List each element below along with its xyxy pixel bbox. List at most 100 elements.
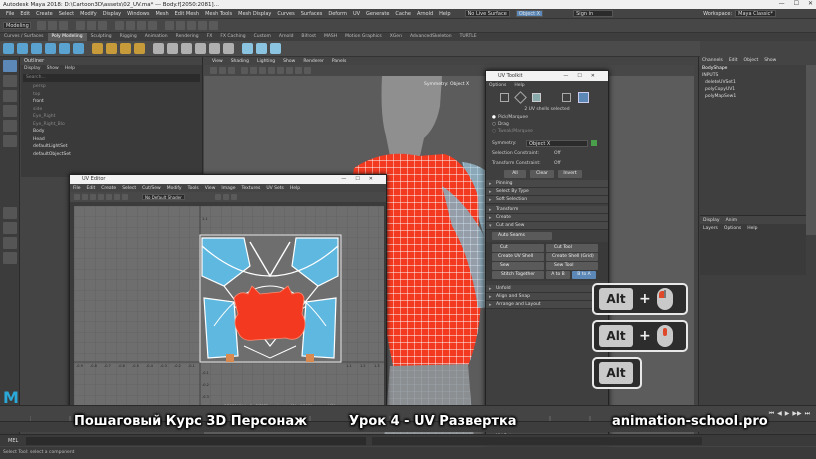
sew-tool-button[interactable]: Sew Tool xyxy=(546,262,598,270)
layer-menu-layers[interactable]: Layers xyxy=(703,226,718,231)
uv-menu-select[interactable]: Select xyxy=(122,186,136,191)
menu-create[interactable]: Create xyxy=(36,11,53,17)
outliner-item-top[interactable]: top xyxy=(21,91,202,99)
target-weld-icon[interactable] xyxy=(223,43,234,54)
menu-arnold[interactable]: Arnold xyxy=(417,11,433,17)
four-pane-icon[interactable] xyxy=(2,222,17,234)
menu-windows[interactable]: Windows xyxy=(127,11,149,17)
maximize-icon[interactable]: ☐ xyxy=(794,0,799,7)
snap-point-icon[interactable] xyxy=(137,21,146,30)
go-to-start-icon[interactable]: ⏮ xyxy=(769,410,774,418)
layer-menu-help[interactable]: Help xyxy=(747,226,757,231)
outliner-item-persp[interactable]: persp xyxy=(21,83,202,91)
uv-menu-textures[interactable]: Textures xyxy=(241,186,260,191)
viewport-menu-renderer[interactable]: Renderer xyxy=(303,59,324,64)
menuset-dropdown[interactable]: Modeling xyxy=(3,22,31,29)
close-icon[interactable]: ✕ xyxy=(808,0,813,7)
wireframe-icon[interactable] xyxy=(250,67,257,74)
uv-shell-mode-icon[interactable] xyxy=(578,91,589,103)
uv-dim-image-icon[interactable] xyxy=(122,194,128,200)
outliner-item-default-object-set[interactable]: defaultObjectSet xyxy=(21,151,202,159)
stitch-a-to-b-button[interactable]: A to B xyxy=(546,271,570,279)
uv-selected-shell[interactable] xyxy=(233,285,306,341)
outliner-item-body[interactable]: Body xyxy=(21,128,202,136)
poly-cube-icon[interactable] xyxy=(17,43,28,54)
uv-shaded-icon[interactable] xyxy=(82,194,88,200)
viewport-menu-view[interactable]: View xyxy=(212,59,223,64)
poly-cylinder-icon[interactable] xyxy=(31,43,42,54)
section-unfold[interactable]: Unfold xyxy=(486,285,608,293)
menu-file[interactable]: File xyxy=(6,11,14,17)
menu-uv[interactable]: UV xyxy=(353,11,360,17)
select-object-icon[interactable] xyxy=(87,21,96,30)
scale-tool-icon[interactable] xyxy=(2,135,17,147)
channel-input-delete-uvset[interactable]: deleteUVSet1 xyxy=(699,79,816,86)
section-cut-and-sew[interactable]: Cut and Sew xyxy=(486,222,608,230)
lasso-tool-icon[interactable] xyxy=(2,75,17,87)
shelf-tab-bifrost[interactable]: Bifrost xyxy=(297,33,320,41)
outliner-pane-icon[interactable] xyxy=(2,252,17,264)
uv-toolkit-menu-options[interactable]: Options xyxy=(489,83,506,88)
outliner-item-side[interactable]: side xyxy=(21,106,202,114)
uv-default-shader-dropdown[interactable]: No Default Shader xyxy=(142,194,185,200)
minimize-icon[interactable]: — xyxy=(779,0,785,7)
menu-surfaces[interactable]: Surfaces xyxy=(301,11,323,17)
textured-icon[interactable] xyxy=(268,67,275,74)
shelf-tab-turtle[interactable]: TURTLE xyxy=(456,33,481,41)
shelf-tab-animation[interactable]: Animation xyxy=(141,33,172,41)
uv-menu-file[interactable]: File xyxy=(73,186,81,191)
separate-icon[interactable] xyxy=(106,43,117,54)
outliner-menu-show[interactable]: Show xyxy=(47,65,59,73)
shadows-icon[interactable] xyxy=(286,67,293,74)
paint-select-icon[interactable] xyxy=(2,90,17,102)
snap-surface-icon[interactable] xyxy=(148,21,157,30)
menu-curves[interactable]: Curves xyxy=(277,11,294,17)
merge-icon[interactable] xyxy=(195,43,206,54)
attribute-editor-side-tabs[interactable] xyxy=(806,65,816,235)
poly-torus-icon[interactable] xyxy=(59,43,70,54)
channel-input-poly-map-sew[interactable]: polyMapSew1 xyxy=(699,93,816,100)
outliner-item-eye-right[interactable]: Eye_Right xyxy=(21,113,202,121)
menu-generate[interactable]: Generate xyxy=(366,11,389,17)
symmetry-select[interactable]: Object X xyxy=(526,139,588,147)
sign-in-button[interactable]: Sign in xyxy=(573,10,614,17)
layer-menu-options[interactable]: Options xyxy=(724,226,741,231)
select-invert-button[interactable]: Invert xyxy=(558,170,582,178)
uv-distortion-icon[interactable] xyxy=(98,194,104,200)
uv-grid-icon[interactable] xyxy=(106,194,112,200)
poly-cone-icon[interactable] xyxy=(45,43,56,54)
history-icon[interactable] xyxy=(165,21,174,30)
uv-small-shell-b[interactable] xyxy=(306,354,314,362)
section-soft-selection[interactable]: Soft Selection xyxy=(486,196,608,204)
extrude-icon[interactable] xyxy=(153,43,164,54)
section-select-by-type[interactable]: Select By Type xyxy=(486,188,608,196)
uv-menu-help[interactable]: Help xyxy=(290,186,300,191)
uv-pixel-snap-icon[interactable] xyxy=(114,194,120,200)
uv-layout-drawing[interactable]: -0.9 -0.8 -0.7 -0.6 -0.5 -0.4 -0.3 -0.2 … xyxy=(74,206,384,409)
outliner-item-front[interactable]: front xyxy=(21,98,202,106)
section-pinning[interactable]: Pinning xyxy=(486,180,608,188)
snap-curve-icon[interactable] xyxy=(126,21,135,30)
uv-checker-icon[interactable] xyxy=(90,194,96,200)
channel-tab-channels[interactable]: Channels xyxy=(702,57,723,65)
channel-shape-name[interactable]: BodyShape xyxy=(699,65,816,72)
play-icon[interactable]: ▶ xyxy=(785,410,790,417)
lights-icon[interactable] xyxy=(277,67,284,74)
uv-mode-icon[interactable] xyxy=(562,92,571,102)
menu-edit[interactable]: Edit xyxy=(20,11,30,17)
go-to-end-icon[interactable]: ⏭ xyxy=(805,410,810,418)
menu-modify[interactable]: Modify xyxy=(80,11,97,17)
shelf-tab-curves[interactable]: Curves / Surfaces xyxy=(0,33,48,41)
shelf-tab-xgen[interactable]: XGen xyxy=(386,33,406,41)
select-component-icon[interactable] xyxy=(98,21,107,30)
workspace-dropdown[interactable]: Maya Classic* xyxy=(735,10,776,17)
select-hierarchy-icon[interactable] xyxy=(76,21,85,30)
select-mode-tweak[interactable]: ○ Tweak/Marquee xyxy=(492,128,608,135)
uv-gamma-icon[interactable] xyxy=(222,194,229,200)
uv-menu-cut-sew[interactable]: Cut/Sew xyxy=(142,186,161,191)
select-mode-drag[interactable]: ○ Drag xyxy=(492,121,608,128)
outliner-menu-display[interactable]: Display xyxy=(24,65,41,73)
new-scene-icon[interactable] xyxy=(37,21,46,30)
bevel-icon[interactable] xyxy=(181,43,192,54)
outliner-item-eye-right-blo[interactable]: Eye_Right_Blo xyxy=(21,121,202,129)
